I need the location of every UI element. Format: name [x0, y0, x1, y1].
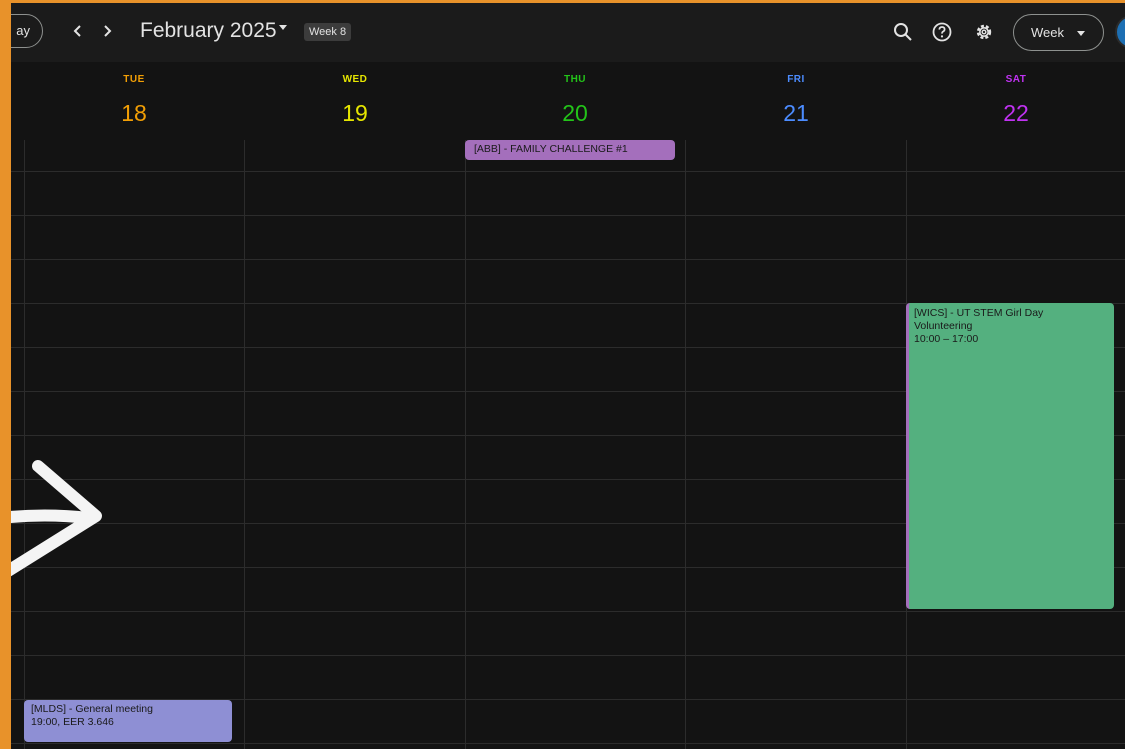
- next-week-button[interactable]: [97, 19, 117, 43]
- event-time: 10:00 – 17:00: [914, 333, 979, 345]
- previous-week-button[interactable]: [68, 19, 88, 43]
- grid-column-divider: [685, 140, 686, 749]
- view-switcher-button[interactable]: Week: [1013, 14, 1104, 51]
- calendar-app: ay February 2025 Week 8 Week TUE 18 WED: [11, 3, 1125, 749]
- day-header-wed[interactable]: WED 19: [245, 62, 465, 142]
- day-number[interactable]: 20: [465, 100, 685, 127]
- gear-icon[interactable]: [973, 21, 995, 43]
- chevron-left-icon: [73, 25, 81, 37]
- month-title-button[interactable]: February 2025: [140, 19, 277, 43]
- hour-line: [11, 171, 1125, 172]
- view-switcher-label: Week: [1031, 25, 1064, 40]
- day-of-week-label: WED: [342, 74, 368, 85]
- chevron-right-icon: [104, 25, 112, 37]
- hour-line: [11, 611, 1125, 612]
- event-title: [MLDS] - General meeting: [31, 703, 153, 715]
- event-wics-stem-girl-day[interactable]: [WICS] - UT STEM Girl Day Volunteering 1…: [906, 303, 1114, 609]
- calendar-toolbar: ay February 2025 Week 8 Week: [11, 3, 1125, 62]
- day-of-week-label: THU: [563, 74, 587, 85]
- grid-column-divider: [465, 140, 466, 749]
- event-abb-family-challenge[interactable]: [ABB] - FAMILY CHALLENGE #1: [465, 140, 675, 160]
- grid-column-divider: [244, 140, 245, 749]
- day-header-tue[interactable]: TUE 18: [24, 62, 244, 142]
- event-title: [ABB] - FAMILY CHALLENGE #1: [474, 143, 628, 155]
- event-mlds-general-meeting[interactable]: [MLDS] - General meeting 19:00, EER 3.64…: [24, 700, 232, 742]
- today-button[interactable]: ay: [11, 14, 43, 48]
- arrow-annotation-icon: [11, 460, 102, 577]
- event-title: [WICS] - UT STEM Girl Day Volunteering: [914, 307, 1044, 332]
- day-number[interactable]: 19: [245, 100, 465, 127]
- day-number[interactable]: 22: [906, 100, 1125, 127]
- hour-line: [11, 215, 1125, 216]
- avatar[interactable]: [1115, 15, 1125, 49]
- day-header-fri[interactable]: FRI 21: [686, 62, 906, 142]
- day-of-week-label: TUE: [123, 74, 145, 85]
- hour-line: [11, 743, 1125, 744]
- day-number[interactable]: 18: [24, 100, 244, 127]
- day-of-week-label: SAT: [1005, 74, 1027, 85]
- day-of-week-label: FRI: [787, 74, 805, 85]
- day-header-thu[interactable]: THU 20: [465, 62, 685, 142]
- search-icon[interactable]: [892, 21, 914, 43]
- week-number-badge: Week 8: [304, 23, 352, 41]
- caret-down-icon: [1077, 31, 1085, 36]
- help-icon[interactable]: [931, 21, 953, 43]
- hour-line: [11, 655, 1125, 656]
- hour-line: [11, 259, 1125, 260]
- event-time-location: 19:00, EER 3.646: [31, 716, 114, 728]
- day-number[interactable]: 21: [686, 100, 906, 127]
- grid-column-divider: [24, 140, 25, 749]
- caret-down-icon[interactable]: [279, 25, 287, 30]
- day-header-sat[interactable]: SAT 22: [906, 62, 1125, 142]
